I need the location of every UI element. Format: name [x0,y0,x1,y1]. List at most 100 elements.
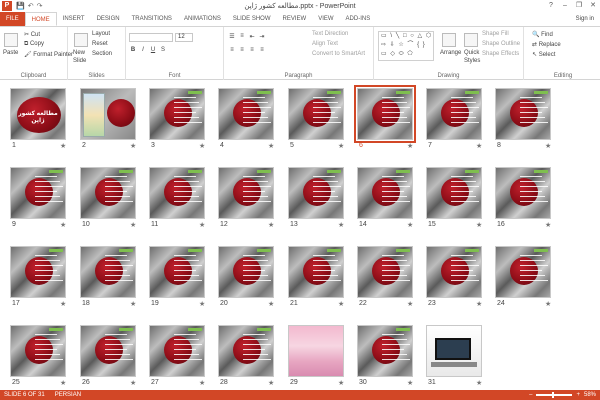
transition-star-icon[interactable]: ★ [407,379,413,387]
transition-star-icon[interactable]: ★ [268,379,274,387]
slide-thumbnail[interactable] [10,325,66,377]
redo-icon[interactable]: ↷ [37,2,43,10]
bullets-icon[interactable]: ☰ [228,33,236,40]
slide-thumbnail[interactable] [426,325,482,377]
tab-transitions[interactable]: TRANSITIONS [126,12,178,26]
transition-star-icon[interactable]: ★ [199,221,205,229]
new-slide-button-label2[interactable]: Slide [73,58,86,64]
select-button[interactable]: ↖ Select [532,51,555,58]
slide-thumbnail[interactable] [80,246,136,298]
tab-add-ins[interactable]: ADD-INS [340,12,377,26]
find-button[interactable]: 🔍 Find [532,31,553,38]
transition-star-icon[interactable]: ★ [545,221,551,229]
transition-star-icon[interactable]: ★ [60,379,66,387]
replace-button[interactable]: ⇄ Replace [532,41,561,48]
sign-in-link[interactable]: Sign in [576,16,594,22]
tab-animations[interactable]: ANIMATIONS [178,12,227,26]
slide-thumbnail[interactable] [288,246,344,298]
tab-design[interactable]: DESIGN [91,12,126,26]
transition-star-icon[interactable]: ★ [60,221,66,229]
transition-star-icon[interactable]: ★ [476,300,482,308]
align-center-icon[interactable]: ≡ [238,47,246,53]
quick-styles-icon[interactable] [464,33,478,47]
transition-star-icon[interactable]: ★ [60,300,66,308]
transition-star-icon[interactable]: ★ [130,300,136,308]
tab-review[interactable]: REVIEW [277,12,313,26]
transition-star-icon[interactable]: ★ [407,300,413,308]
align-right-icon[interactable]: ≡ [248,47,256,53]
slide-thumbnail[interactable] [495,88,551,140]
slide-thumbnail[interactable] [80,88,136,140]
undo-icon[interactable]: ↶ [28,2,34,10]
transition-star-icon[interactable]: ★ [130,379,136,387]
transition-star-icon[interactable]: ★ [199,142,205,150]
arrange-button[interactable]: Arrange [440,50,461,56]
arrange-icon[interactable] [442,33,456,47]
transition-star-icon[interactable]: ★ [199,379,205,387]
slide-thumbnail[interactable] [149,325,205,377]
slide-thumbnail[interactable] [495,167,551,219]
tab-home[interactable]: HOME [24,12,57,26]
transition-star-icon[interactable]: ★ [407,221,413,229]
bold-button[interactable]: B [129,47,137,53]
transition-star-icon[interactable]: ★ [268,300,274,308]
language-indicator[interactable]: PERSIAN [55,392,81,398]
zoom-in-button[interactable]: + [576,392,580,398]
transition-star-icon[interactable]: ★ [476,142,482,150]
transition-star-icon[interactable]: ★ [338,221,344,229]
transition-star-icon[interactable]: ★ [268,142,274,150]
new-slide-button[interactable]: New [73,50,85,56]
zoom-level[interactable]: 58% [584,392,596,398]
paste-icon[interactable] [4,33,18,47]
transition-star-icon[interactable]: ★ [130,221,136,229]
numbering-icon[interactable]: ≡ [238,33,246,40]
justify-icon[interactable]: ≡ [258,47,266,53]
zoom-out-button[interactable]: – [529,392,532,398]
slide-thumbnail[interactable] [495,246,551,298]
text-direction-button[interactable]: Text Direction [312,31,348,37]
transition-star-icon[interactable]: ★ [407,142,413,150]
shape-effects-button[interactable]: Shape Effects [482,51,519,57]
slide-thumbnail[interactable] [426,167,482,219]
slide-thumbnail[interactable] [357,325,413,377]
tab-slide-show[interactable]: SLIDE SHOW [227,12,277,26]
slide-thumbnail[interactable] [149,246,205,298]
save-icon[interactable]: 💾 [16,2,25,10]
slide-thumbnail[interactable] [426,246,482,298]
format-painter-button[interactable]: 🖌 Format Painter [24,51,73,58]
slide-thumbnail[interactable] [288,325,344,377]
transition-star-icon[interactable]: ★ [545,142,551,150]
slide-thumbnail[interactable] [426,88,482,140]
font-size-input[interactable]: 12 [175,33,193,42]
transition-star-icon[interactable]: ★ [199,300,205,308]
transition-star-icon[interactable]: ★ [545,300,551,308]
layout-button[interactable]: Layout [92,31,110,37]
slide-thumbnail[interactable] [149,167,205,219]
slide-thumbnail[interactable] [357,246,413,298]
slide-thumbnail[interactable] [80,167,136,219]
increase-indent-icon[interactable]: ⇥ [258,33,266,40]
slide-thumbnail[interactable] [288,88,344,140]
slide-thumbnail[interactable]: مطالعه کشور ژاپن [10,88,66,140]
align-text-button[interactable]: Align Text [312,41,338,47]
slide-thumbnail[interactable] [10,246,66,298]
transition-star-icon[interactable]: ★ [60,142,66,150]
slide-thumbnail[interactable] [354,85,416,143]
quick-styles-button-label2[interactable]: Styles [464,58,480,64]
transition-star-icon[interactable]: ★ [476,221,482,229]
tab-file[interactable]: FILE [0,12,25,26]
slide-thumbnail[interactable] [80,325,136,377]
new-slide-icon[interactable] [74,33,88,47]
shape-outline-button[interactable]: Shape Outline [482,41,520,47]
slide-thumbnail[interactable] [10,167,66,219]
paste-button[interactable]: Paste [3,50,18,56]
restore-button[interactable]: ❐ [572,0,586,12]
slide-thumbnail[interactable] [149,88,205,140]
slide-thumbnail[interactable] [218,246,274,298]
decrease-indent-icon[interactable]: ⇤ [248,33,256,40]
slide-thumbnail[interactable] [218,167,274,219]
slide-thumbnail[interactable] [218,88,274,140]
transition-star-icon[interactable]: ★ [338,379,344,387]
shape-fill-button[interactable]: Shape Fill [482,31,509,37]
cut-button[interactable]: ✂ Cut [24,31,40,38]
